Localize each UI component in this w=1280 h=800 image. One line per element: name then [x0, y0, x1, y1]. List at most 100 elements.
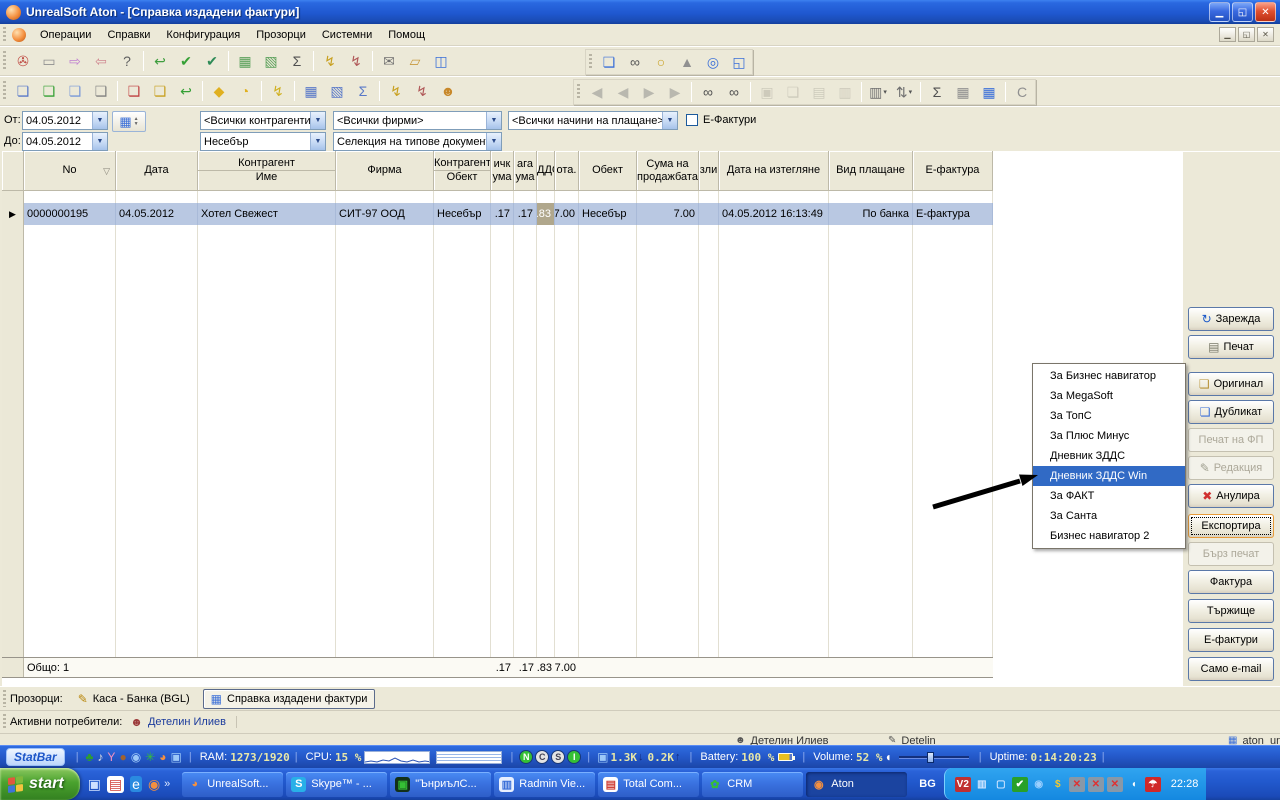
doc-out-icon[interactable]: ⇨ [62, 49, 88, 73]
palm-tree-icon[interactable]: ♣ [86, 750, 94, 764]
cell-ind[interactable]: ▶ [2, 203, 24, 225]
abbyy-tray-icon[interactable]: V2 [955, 777, 971, 792]
network-activity-tray-icon[interactable]: ▥ [974, 777, 990, 792]
folder-icon[interactable]: ▱ [402, 49, 428, 73]
window-icon[interactable]: ▣ [170, 750, 181, 764]
cart-check-icon[interactable]: ✔ [173, 49, 199, 73]
print-icon[interactable]: ▤ [806, 80, 832, 104]
context-menu-item[interactable]: За MegaSoft [1033, 386, 1185, 406]
original-button[interactable]: ❏Оригинал [1188, 372, 1274, 396]
col-header-cobj[interactable]: КонтрагентОбект [434, 151, 491, 191]
cell-pay[interactable]: По банка [829, 203, 913, 225]
mdi-minimize-button[interactable]: ▁ [1219, 27, 1236, 42]
cell-v3[interactable]: .83 [537, 203, 555, 225]
report-book-icon[interactable]: ▥ [832, 80, 858, 104]
cocktail-icon[interactable]: Y [107, 750, 115, 764]
zoom-icon[interactable]: ◎ [700, 50, 726, 74]
duplicate-button[interactable]: ❏Дубликат [1188, 400, 1274, 424]
context-menu-item[interactable]: За Бизнес навигатор [1033, 366, 1185, 386]
blue-ball-icon[interactable]: ◉ [131, 750, 141, 764]
calendar-button[interactable]: ▦ ▲▼ [112, 111, 146, 132]
molecule-icon[interactable]: ✳ [145, 750, 155, 764]
remote-desktop-tray-icon[interactable]: ▢ [993, 777, 1009, 792]
task-skype[interactable]: SSkype™ - ... [286, 772, 387, 797]
chevron-down-icon[interactable]: ▼ [486, 133, 501, 150]
object-combo[interactable]: Несебър ▼ [200, 132, 326, 151]
context-menu-item[interactable]: За Санта [1033, 506, 1185, 526]
statbar-logo[interactable]: StatBar [6, 748, 65, 766]
mdi-close-button[interactable]: ✕ [1257, 27, 1274, 42]
avira-tray-icon[interactable]: ☂ [1145, 777, 1161, 792]
col-header-date[interactable]: Дата [116, 151, 198, 191]
contractors-combo[interactable]: <Всички контрагенти> ▼ [200, 111, 326, 130]
globe-icon[interactable]: ● [119, 750, 126, 764]
export-button[interactable]: Експортира [1188, 514, 1274, 538]
quicklaunch-aton-icon[interactable]: ◉ [148, 776, 160, 793]
context-menu-item[interactable]: За ТопС [1033, 406, 1185, 426]
cell-sum[interactable]: 7.00 [637, 203, 699, 225]
doc-question-icon[interactable]: ? [114, 49, 140, 73]
menu-item[interactable]: Справки [99, 26, 158, 44]
volume-tray-icon[interactable]: ◖ [1126, 777, 1142, 792]
toolbar-grip[interactable] [3, 714, 6, 729]
doc-return-icon[interactable]: ↩ [173, 79, 199, 103]
sum-doc-icon[interactable]: Σ [350, 79, 376, 103]
grid-body[interactable] [2, 191, 993, 657]
quicklaunch-app-icon[interactable]: ▣ [88, 776, 101, 793]
user-flash-icon[interactable]: ↯ [343, 49, 369, 73]
context-menu-item[interactable]: За ФАКТ [1033, 486, 1185, 506]
active-user-name[interactable]: Детелин Илиев [148, 716, 237, 728]
col-header-firm[interactable]: Фирма [336, 151, 434, 191]
doc-user-yellow-icon[interactable]: ❏ [147, 79, 173, 103]
task-crm[interactable]: ✿CRM [702, 772, 803, 797]
e-invoices-button[interactable]: Е-фактури [1188, 628, 1274, 652]
menu-item[interactable]: Операции [32, 26, 99, 44]
table-doc-icon[interactable]: ▦ [298, 79, 324, 103]
cell-no[interactable]: 0000000195 [24, 203, 116, 225]
toolbar-grip[interactable] [589, 54, 592, 71]
language-indicator[interactable]: BG [919, 778, 936, 790]
preview-icon[interactable]: ❏ [780, 80, 806, 104]
doc-new-icon[interactable]: ❏ [36, 79, 62, 103]
refresh-grid-icon[interactable]: C [1009, 80, 1035, 104]
doc-in-icon[interactable]: ⇦ [88, 49, 114, 73]
date-from-combo[interactable]: 04.05.2012 ▼ [22, 111, 108, 130]
chevron-down-icon[interactable]: ▼ [310, 112, 325, 129]
net-disconnected-tray-icon[interactable]: ✕ [1088, 777, 1104, 792]
nav-next-icon[interactable]: ▶ [636, 80, 662, 104]
nav-last-icon[interactable]: ▶ [662, 80, 688, 104]
chevron-down-icon[interactable]: ▼ [92, 133, 107, 150]
flash-user-icon[interactable]: ↯ [409, 79, 435, 103]
chevron-down-icon[interactable]: ▼ [486, 112, 501, 129]
window-tab[interactable]: ▦Справка издадени фактури [203, 689, 376, 709]
toolbar-grip[interactable] [3, 690, 6, 706]
nav-first-icon[interactable]: ◀ [584, 80, 610, 104]
context-menu-item[interactable]: Бизнес навигатор 2 [1033, 526, 1185, 546]
net-disconnected-tray-icon[interactable]: ✕ [1107, 777, 1123, 792]
email-only-button[interactable]: Само e-mail [1188, 657, 1274, 681]
col-header-sum[interactable]: Сума напродажбата [637, 151, 699, 191]
toolbar-grip[interactable] [577, 84, 580, 101]
annul-button[interactable]: ✖Анулира [1188, 484, 1274, 508]
quicklaunch-drive-icon[interactable]: ▤ [107, 776, 124, 793]
mdi-restore-button[interactable]: ◱ [1238, 27, 1255, 42]
mail-icon[interactable]: ✉ [376, 49, 402, 73]
col-header-pay[interactable]: Вид плащане [829, 151, 913, 191]
net-disconnected-tray-icon[interactable]: ✕ [1069, 777, 1085, 792]
doc-duplicate-icon[interactable]: ❏ [88, 79, 114, 103]
payments-combo[interactable]: <Всички начини на плащане> ▼ [508, 111, 678, 130]
antivirus-check-tray-icon[interactable]: ✔ [1012, 777, 1028, 792]
messenger-tray-icon[interactable]: ◉ [1031, 777, 1047, 792]
cell-obj[interactable]: Несебър [579, 203, 637, 225]
flash-icon[interactable]: ↯ [265, 79, 291, 103]
grid-icon[interactable]: ▦ [950, 80, 976, 104]
efaktura-checkbox[interactable] [686, 114, 698, 126]
doc-types-combo[interactable]: Селекция на типове документ ▼ [333, 132, 502, 151]
cell-firm[interactable]: СИТ-97 ООД [336, 203, 434, 225]
birds-icon[interactable]: ♪ [97, 750, 103, 764]
col-header-contr[interactable]: КонтрагентИме [198, 151, 336, 191]
toolbar-grip[interactable] [3, 51, 6, 71]
table-blue-icon[interactable]: ▦ [976, 80, 1002, 104]
cell-contr[interactable]: Хотел Свежест [198, 203, 336, 225]
col-header-v4[interactable]: ота. [555, 151, 579, 191]
